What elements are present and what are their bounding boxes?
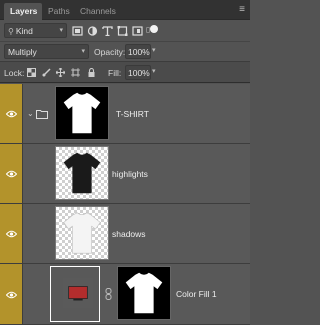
visibility-toggle[interactable] [0,204,23,263]
visibility-toggle[interactable] [0,264,23,324]
filter-toggle-switch[interactable] [150,25,158,33]
chevron-down-icon: ▾ [81,48,85,55]
visibility-toggle[interactable] [0,84,23,143]
fill-label: Fill: [108,68,122,78]
tab-paths[interactable]: Paths [42,3,72,20]
layer-row-highlights[interactable]: highlights [0,144,250,204]
lock-all-icon[interactable] [87,67,96,77]
eye-icon [6,291,17,299]
tab-channels[interactable]: Channels [74,3,122,20]
eye-icon [6,110,17,118]
tshirt-mask-image [56,87,108,139]
opacity-input[interactable]: 100% [125,44,151,59]
layer-name: highlights [112,169,148,179]
lock-label: Lock: [4,68,25,78]
layer-name: Color Fill 1 [176,289,217,299]
search-icon: ⚲ [8,27,14,36]
adjustment-layer-filter-icon[interactable] [87,26,98,36]
layer-thumbnail [55,146,109,200]
panel-tab-bar: Layers Paths Channels ≡ [0,0,250,20]
expand-chevron-icon[interactable]: ⌄ [27,109,34,118]
blend-row: Multiply ▾ Opacity: 100% ▾ [0,42,250,62]
thumbnail-selection-frame [50,266,100,322]
chevron-down-icon: ▾ [59,27,63,34]
type-layer-filter-icon[interactable] [102,26,113,37]
tab-layers[interactable]: Layers [4,3,42,20]
layer-name: shadows [112,229,146,239]
opacity-dropdown-icon[interactable]: ▾ [152,46,156,54]
opacity-label: Opacity: [94,47,126,57]
filter-row: ⚲ Kind ▾ [0,20,250,42]
fill-dropdown-icon[interactable]: ▾ [152,67,156,75]
tshirt-light-image [63,212,101,254]
layer-name: T-SHIRT [116,109,149,119]
lock-artboard-icon[interactable] [71,68,80,77]
filter-kind-select[interactable]: ⚲ Kind ▾ [4,23,67,38]
blend-mode-select[interactable]: Multiply ▾ [4,44,89,59]
layer-row-shadows[interactable]: shadows [0,204,250,264]
layer-thumbnail [55,206,109,260]
folder-icon [36,109,48,119]
lock-transparent-pixels-icon[interactable] [27,68,36,77]
lock-row: Lock: Fill: 100% ▾ [0,62,250,83]
layer-row-tshirt-group[interactable]: ⌄ T-SHIRT [0,84,250,144]
filter-kind-value: Kind [15,26,33,36]
layer-mask-thumbnail[interactable] [117,266,171,320]
pixel-layer-filter-icon[interactable] [72,26,83,36]
eye-icon [6,170,17,178]
eye-icon [6,230,17,238]
blend-mode-value: Multiply [8,47,37,57]
visibility-toggle[interactable] [0,144,23,203]
lock-image-pixels-icon[interactable] [42,68,51,77]
link-chain-icon[interactable] [105,288,112,300]
fill-input[interactable]: 100% [125,65,151,80]
tshirt-dark-image [63,152,101,194]
layer-thumbnail [55,86,109,140]
tshirt-mask-image [118,267,170,319]
shape-layer-filter-icon[interactable] [117,26,128,36]
lock-position-icon[interactable] [55,67,66,78]
layer-row-color-fill[interactable]: Color Fill 1 [0,264,250,325]
smart-object-filter-icon[interactable] [132,26,143,36]
panel-menu-icon[interactable]: ≡ [239,4,245,15]
